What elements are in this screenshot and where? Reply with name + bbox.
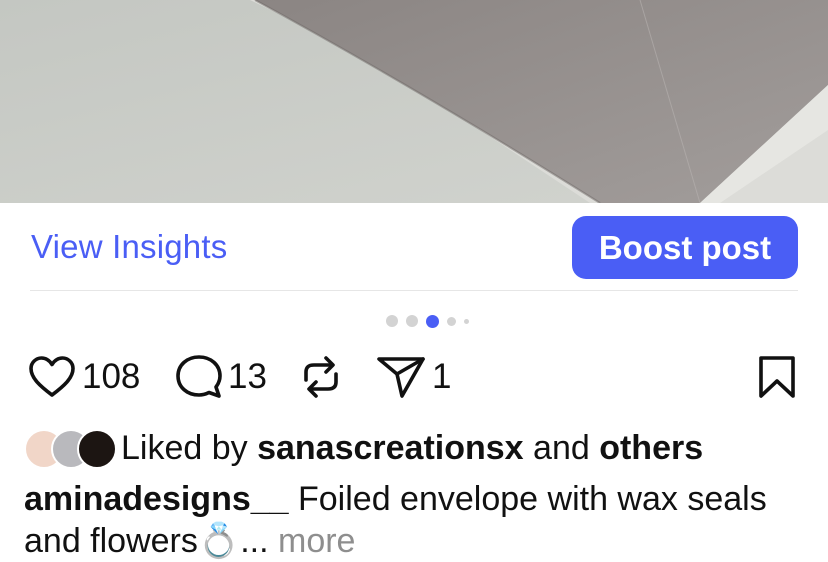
share-icon[interactable] <box>376 354 426 400</box>
avatar <box>77 429 117 469</box>
carousel-dot-active <box>426 314 439 328</box>
repost-action[interactable] <box>300 350 342 404</box>
view-insights-link[interactable]: View Insights <box>31 228 227 266</box>
share-action[interactable]: 1 <box>376 350 451 404</box>
divider <box>30 290 798 291</box>
comment-count: 13 <box>228 357 267 396</box>
caption-ellipsis: ... <box>240 522 278 560</box>
liked-by-middle: and <box>523 428 600 467</box>
carousel-dot <box>464 318 469 324</box>
liked-by-others[interactable]: others <box>599 429 703 467</box>
carousel-dot <box>406 315 418 327</box>
share-count: 1 <box>432 357 452 396</box>
liker-avatars <box>24 429 117 469</box>
like-count: 108 <box>82 357 141 396</box>
comment-icon[interactable] <box>176 354 222 400</box>
save-action[interactable] <box>757 350 797 404</box>
repost-icon[interactable] <box>300 354 342 400</box>
heart-icon[interactable] <box>28 355 76 399</box>
bookmark-icon[interactable] <box>757 354 797 400</box>
liked-by-row[interactable]: Liked by sanascreationsx and others <box>24 426 824 470</box>
comment-action[interactable]: 13 <box>176 350 267 404</box>
action-bar: 108 13 1 <box>0 350 828 404</box>
post-image[interactable] <box>0 0 828 203</box>
insights-bar: View Insights Boost post <box>0 203 828 291</box>
post-caption: aminadesigns__ Foiled envelope with wax … <box>24 478 814 562</box>
carousel-dot <box>447 316 456 326</box>
liked-by-text: Liked by sanascreationsx and others <box>121 429 703 468</box>
envelope-photo <box>0 0 828 203</box>
carousel-dot <box>386 315 398 327</box>
caption-username[interactable]: aminadesigns__ <box>24 480 289 518</box>
like-action[interactable]: 108 <box>28 350 140 404</box>
liked-by-user[interactable]: sanascreationsx <box>257 429 524 467</box>
liked-by-prefix: Liked by <box>121 428 258 467</box>
carousel-indicator <box>386 313 469 329</box>
boost-post-button[interactable]: Boost post <box>572 216 798 279</box>
caption-more-link[interactable]: more <box>278 522 355 560</box>
